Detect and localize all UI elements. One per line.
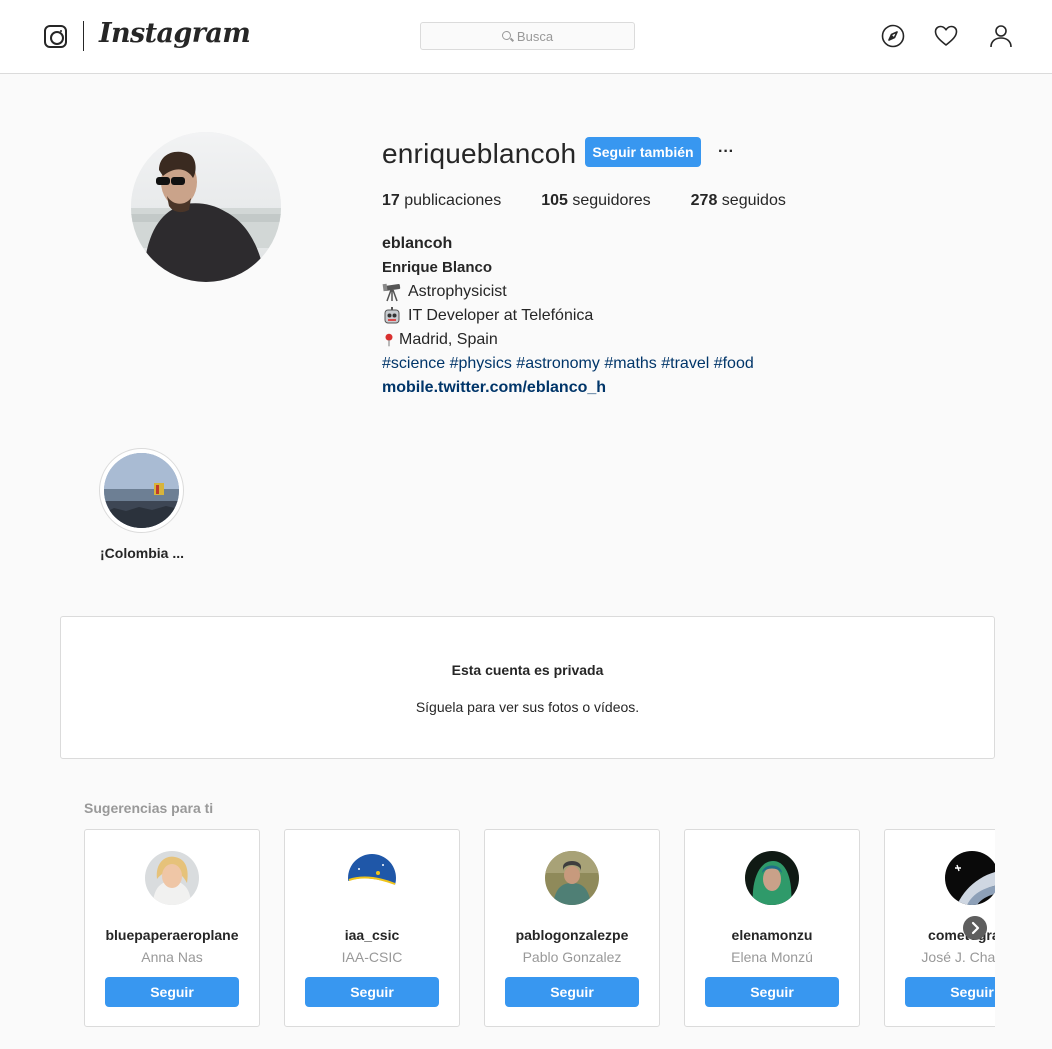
suggestion-avatar[interactable] [545, 851, 599, 905]
bio-handle: eblancoh [382, 235, 453, 252]
suggestion-name: IAA-CSIC [341, 949, 403, 965]
logo-divider [83, 21, 84, 51]
bio-line-text: Astrophysicist [408, 283, 507, 300]
private-title: Esta cuenta es privada [451, 662, 604, 678]
bio-full-name: Enrique Blanco [382, 259, 493, 276]
carousel-next-icon[interactable] [963, 916, 987, 940]
compass-icon[interactable] [881, 24, 905, 48]
suggestion-avatar[interactable] [345, 851, 399, 905]
follow-suggestion-button[interactable]: Seguir [705, 977, 839, 1007]
following-count: 278 [690, 192, 718, 209]
follow-suggestion-button[interactable]: Seguir [105, 977, 239, 1007]
bio-line-text: Madrid, Spain [399, 331, 498, 348]
suggestion-username[interactable]: elenamonzu [685, 927, 859, 943]
suggestion-avatar[interactable] [145, 851, 199, 905]
posts-stat: 17 publicaciones [382, 192, 501, 210]
suggestion-username[interactable]: pablogonzalezpe [485, 927, 659, 943]
story-highlight[interactable] [99, 448, 184, 533]
suggestions-title: Sugerencias para ti [84, 800, 214, 816]
bio-external-link[interactable]: mobile.twitter.com/eblanco_h [382, 376, 754, 400]
private-account-notice: Esta cuenta es privada Síguela para ver … [60, 616, 995, 759]
suggestion-name: Pablo Gonzalez [522, 949, 622, 965]
private-subtitle: Síguela para ver sus fotos o vídeos. [415, 699, 640, 715]
suggestion-avatar[interactable] [745, 851, 799, 905]
follow-suggestion-button[interactable]: Seguir [505, 977, 639, 1007]
profile-bio: eblancoh Enrique Blanco Astrophysicist I… [382, 232, 754, 400]
following-label: seguidos [721, 192, 786, 209]
top-navigation: Instagram Busca [0, 0, 1052, 74]
bio-line-astrophysicist: Astrophysicist [382, 280, 754, 304]
suggestion-name: José J. Chambó [921, 949, 995, 965]
suggestion-name: Elena Monzú [731, 949, 813, 965]
follow-suggestion-button[interactable]: Seguir [905, 977, 995, 1007]
followers-count: 105 [541, 192, 568, 209]
more-options-button[interactable]: ··· [712, 138, 740, 166]
followers-stat[interactable]: 105 seguidores [541, 192, 650, 210]
bio-line-location: Madrid, Spain [382, 328, 754, 352]
suggestion-avatar[interactable] [945, 851, 995, 905]
suggestion-name: Anna Nas [141, 949, 203, 965]
suggestion-username[interactable]: iaa_csic [285, 927, 459, 943]
profile-stats: 17 publicaciones 105 seguidores 278 segu… [382, 192, 826, 210]
suggestions-carousel: bluepaperaeroplane Anna Nas Seguir iaa_c… [84, 828, 995, 1028]
follow-back-button[interactable]: Seguir también [585, 137, 701, 167]
suggestion-card: bluepaperaeroplane Anna Nas Seguir [84, 829, 260, 1027]
suggestion-card: pablogonzalezpe Pablo Gonzalez Seguir [484, 829, 660, 1027]
posts-label: publicaciones [404, 192, 502, 209]
suggestion-username[interactable]: bluepaperaeroplane [85, 927, 259, 943]
robot-icon [384, 307, 400, 324]
bio-hashtags[interactable]: #science #physics #astronomy #maths #tra… [382, 352, 754, 376]
search-icon [501, 30, 511, 40]
follow-suggestion-button[interactable]: Seguir [305, 977, 439, 1007]
highlight-label[interactable]: ¡Colombia ... [80, 545, 204, 561]
search-placeholder: Busca [516, 28, 554, 44]
pushpin-icon [385, 333, 393, 347]
posts-count: 17 [382, 192, 400, 209]
telescope-icon [382, 283, 401, 302]
instagram-logo-icon[interactable] [44, 25, 67, 48]
profile-username: enriqueblancoh [382, 138, 577, 169]
following-stat[interactable]: 278 seguidos [691, 192, 786, 210]
instagram-wordmark[interactable]: Instagram [99, 18, 251, 49]
person-icon[interactable] [989, 24, 1013, 48]
heart-icon[interactable] [934, 24, 958, 48]
followers-label: seguidores [572, 192, 651, 209]
suggestion-card: iaa_csic IAA-CSIC Seguir [284, 829, 460, 1027]
search-input[interactable]: Busca [420, 22, 635, 50]
highlight-cover-image [104, 453, 179, 528]
suggestion-card: elenamonzu Elena Monzú Seguir [684, 829, 860, 1027]
bio-line-text: IT Developer at Telefónica [408, 307, 594, 324]
profile-avatar [131, 132, 281, 282]
bio-line-developer: IT Developer at Telefónica [382, 304, 754, 328]
